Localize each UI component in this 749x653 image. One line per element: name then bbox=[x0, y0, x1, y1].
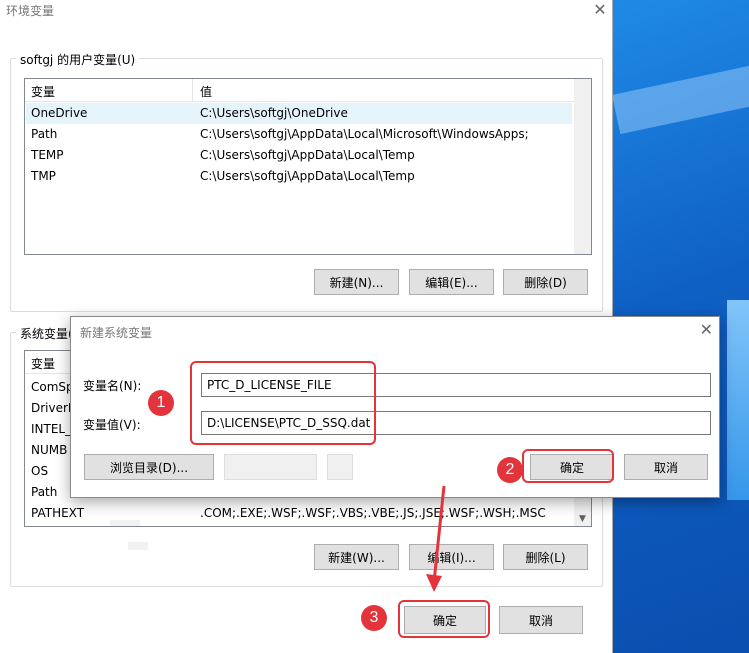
user-new-button[interactable]: 新建(N)... bbox=[314, 269, 399, 295]
user-edit-button[interactable]: 编辑(E)... bbox=[409, 269, 494, 295]
column-header-variable[interactable]: 变量 bbox=[31, 83, 55, 100]
close-icon[interactable]: ✕ bbox=[700, 320, 713, 339]
step-1-badge: 1 bbox=[148, 390, 174, 416]
user-variables-list[interactable]: 变量 值 OneDrive C:\Users\softgj\OneDrive P… bbox=[24, 78, 592, 255]
row-name: OneDrive bbox=[31, 106, 88, 120]
dialog-title: 新建系统变量 bbox=[80, 326, 153, 340]
column-header-variable[interactable]: 变量 bbox=[31, 355, 55, 372]
row-value: C:\Users\softgj\AppData\Local\Temp bbox=[200, 169, 415, 183]
table-row[interactable]: PATHEXT .COM;.EXE;.WSF;.WSF;.VBS;.VBE;.J… bbox=[26, 503, 572, 524]
table-row[interactable]: TMP C:\Users\softgj\AppData\Local\Temp bbox=[26, 166, 572, 187]
browse-file-button[interactable] bbox=[224, 454, 317, 480]
row-name: NUMB bbox=[31, 443, 68, 457]
annotation-box-1 bbox=[190, 361, 376, 445]
red-arrow-icon bbox=[426, 485, 446, 592]
row-name: OS bbox=[31, 464, 49, 478]
step-2-badge: 2 bbox=[497, 457, 523, 483]
system-variables-label: 系统变量( bbox=[16, 325, 77, 342]
variable-name-label: 变量名(N): bbox=[83, 379, 142, 393]
row-value: C:\Users\softgj\OneDrive bbox=[200, 106, 348, 120]
dialog-cancel-button[interactable]: 取消 bbox=[624, 454, 708, 480]
table-row[interactable]: OneDrive C:\Users\softgj\OneDrive bbox=[26, 103, 572, 124]
more-button[interactable] bbox=[327, 454, 353, 480]
row-value: C:\Users\softgj\AppData\Local\Microsoft\… bbox=[200, 127, 529, 141]
desktop-light-beam bbox=[612, 40, 749, 135]
user-variables-label: softgj 的用户变量(U) bbox=[16, 51, 140, 68]
column-header-value[interactable]: 值 bbox=[200, 83, 212, 100]
row-name: INTEL_ bbox=[31, 422, 72, 436]
list-header: 变量 值 bbox=[25, 79, 591, 102]
row-name: PATHEXT bbox=[31, 506, 85, 520]
table-row[interactable]: TEMP C:\Users\softgj\AppData\Local\Temp bbox=[26, 145, 572, 166]
annotation-box-2 bbox=[522, 449, 614, 483]
user-delete-button[interactable]: 删除(D) bbox=[503, 269, 588, 295]
system-delete-button[interactable]: 删除(L) bbox=[503, 544, 588, 570]
column-divider[interactable] bbox=[192, 79, 193, 101]
vertical-scrollbar[interactable] bbox=[574, 79, 591, 254]
annotation-box-3 bbox=[398, 600, 490, 638]
windows-logo-pane bbox=[727, 300, 749, 500]
row-name: Path bbox=[31, 127, 58, 141]
window-title: 环境变量 bbox=[6, 4, 55, 18]
variable-value-label: 变量值(V): bbox=[83, 418, 141, 432]
row-name: TMP bbox=[31, 169, 56, 183]
step-3-badge: 3 bbox=[361, 605, 387, 631]
redacted-area bbox=[110, 520, 140, 526]
row-name: ComSp bbox=[31, 380, 74, 394]
close-icon[interactable]: ✕ bbox=[590, 0, 610, 19]
cancel-button[interactable]: 取消 bbox=[499, 606, 583, 634]
system-new-button[interactable]: 新建(W)... bbox=[314, 544, 399, 570]
browse-directory-button[interactable]: 浏览目录(D)... bbox=[84, 454, 214, 480]
row-name: Path bbox=[31, 485, 58, 499]
table-row[interactable]: Path C:\Users\softgj\AppData\Local\Micro… bbox=[26, 124, 572, 145]
row-value: .COM;.EXE;.WSF;.WSF;.VBS;.VBE;.JS;.JSE;.… bbox=[200, 506, 546, 520]
row-name: TEMP bbox=[31, 148, 64, 162]
row-value: C:\Users\softgj\AppData\Local\Temp bbox=[200, 148, 415, 162]
scroll-down-icon[interactable]: ▼ bbox=[574, 514, 591, 524]
redacted-area bbox=[128, 542, 148, 550]
